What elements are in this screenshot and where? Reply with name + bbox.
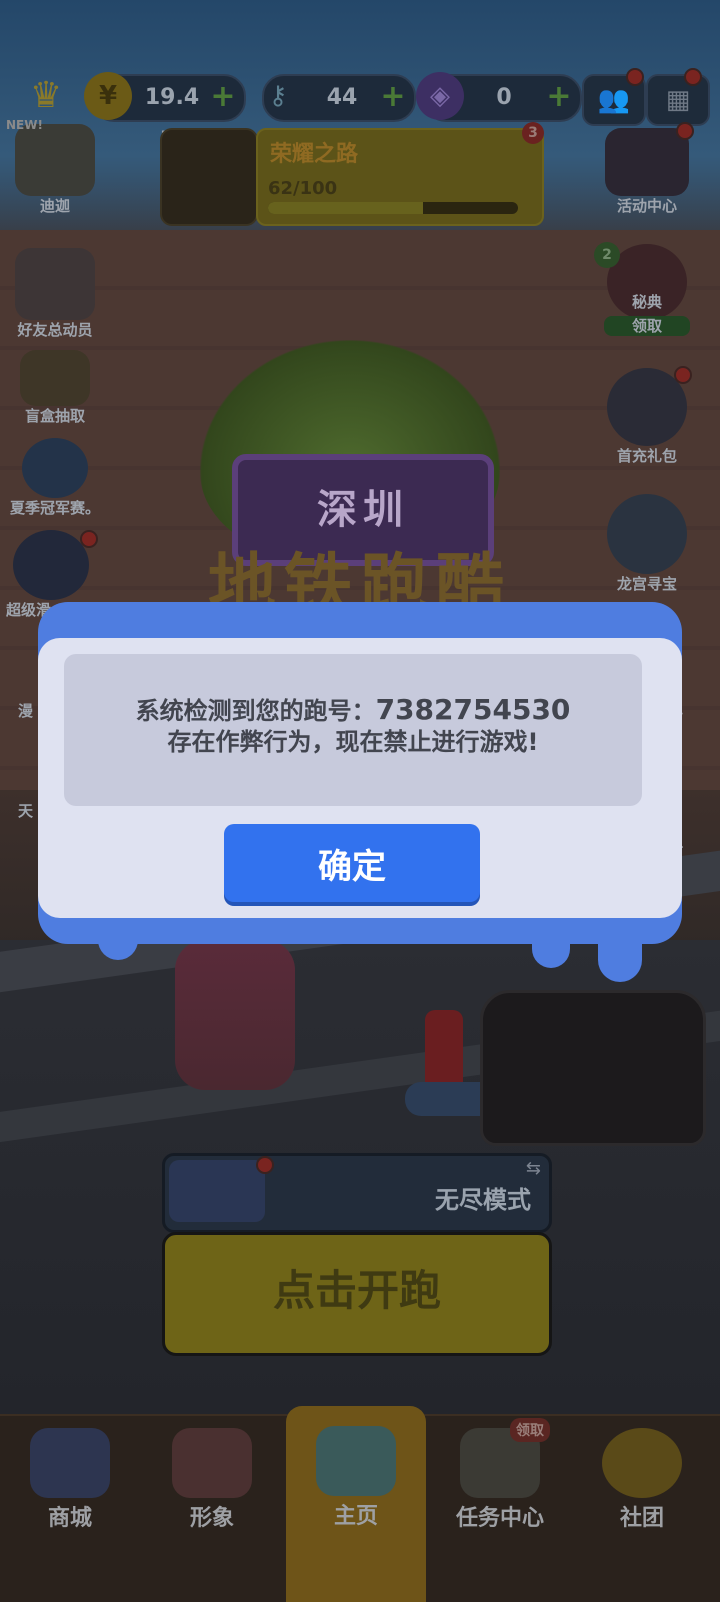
nav-label: 任务中心 [455,1506,544,1531]
left-menu-item-summer-cup[interactable]: 夏季冠军赛。 [0,438,110,518]
right-menu-item-dragon-palace[interactable]: 龙宫寻宝 [592,494,702,594]
dialog-body: 系统检测到您的跑号：7382754530 存在作弊行为，现在禁止进行游戏! 确定 [38,638,682,918]
new-badge: NEW! [6,118,43,132]
dialog-message-prefix: 系统检测到您的跑号： [135,697,376,725]
treasure-thumbnail [160,128,258,226]
honor-road-info: 荣耀之路 62/100 [256,128,544,226]
mode-label: 无尽模式 [435,1186,531,1214]
nav-label: 社团 [619,1506,664,1531]
friends-icon: 👥 [597,85,631,115]
left-menu-item-blindbox[interactable]: 盲盒抽取 [0,350,110,426]
right-menu-item-events[interactable]: 活动中心 [592,128,702,216]
robot-mascot-icon [169,1160,265,1222]
left-menu-item-friends[interactable]: 好友总动员 [0,248,110,340]
right-menu-label: 秘典 [631,293,662,311]
blindbox-icon [20,350,90,406]
grid-icon: ▦ [665,85,691,115]
notification-dot [674,366,692,384]
nav-home[interactable]: 主页 [286,1406,426,1602]
left-menu-label-partial: 天 [18,802,34,820]
dialog-message-line1: 系统检测到您的跑号：7382754530 [64,694,642,727]
mode-selector[interactable]: ⇆ 无尽模式 [162,1153,552,1233]
honor-road-progress-fill [268,202,423,214]
bag-prop [480,990,706,1146]
left-menu-label: 好友总动员 [17,321,93,339]
bottom-navigation: 商城 形象 主页 任务中心 社团 [0,1406,720,1602]
left-menu-label: 迪迦 [39,197,70,215]
dialog-message-box: 系统检测到您的跑号：7382754530 存在作弊行为，现在禁止进行游戏! [64,654,642,806]
nav-label: 商城 [47,1506,92,1531]
add-gems-button[interactable]: + [546,82,572,112]
gem-icon: ◈ [416,72,464,120]
gems-value: 0 [496,85,512,110]
honor-road-progress-bar [268,202,518,214]
logo-title: 地铁跑酷 [207,547,512,610]
coin-icon: ¥ [84,72,132,120]
calendar-icon [605,128,689,196]
notification-dot [676,122,694,140]
notification-dot [80,530,98,548]
dialog-account-id: 7382754530 [375,693,571,726]
nav-avatar[interactable]: 形象 [142,1416,282,1602]
left-menu-label-partial: 漫 [18,702,34,720]
runner-character [175,940,295,1090]
super-event-icon [13,530,89,600]
left-menu-label: 盲盒抽取 [24,407,85,425]
keys-counter: ⚷ 44 + [262,74,416,122]
confirm-button[interactable]: 确定 [224,824,480,902]
tasks-claim-badge: 领取 [510,1418,550,1442]
notification-dot [626,68,644,86]
skateboard-map-icon [316,1426,396,1496]
notification-dot [684,68,702,86]
keys-value: 44 [326,85,358,110]
right-menu-label: 首充礼包 [616,447,677,465]
honor-road-badge: 3 [522,122,544,144]
nav-tasks[interactable]: 任务中心 [430,1416,570,1602]
add-keys-button[interactable]: + [380,82,406,112]
nav-label: 形象 [189,1506,234,1531]
swap-icon[interactable]: ⇆ [526,1158,541,1179]
coins-counter: ¥ 19.4万 + [84,72,246,154]
left-menu-label: 夏季冠军赛。 [9,499,100,517]
start-run-button[interactable]: 点击开跑 [162,1232,552,1356]
honor-road-title: 荣耀之路 [270,142,359,167]
shop-bag-icon [30,1428,110,1498]
friends-rally-icon [15,248,95,320]
right-menu-label: 龙宫寻宝 [616,575,677,593]
guide-badge: 2 [594,242,620,268]
character-avatar-icon [15,124,95,196]
start-run-label: 点击开跑 [272,1266,441,1315]
ban-dialog: 系统检测到您的跑号：7382754530 存在作弊行为，现在禁止进行游戏! 确定 [38,602,682,982]
claim-label[interactable]: 领取 [604,316,690,336]
gems-counter: ◈ 0 + [416,72,582,122]
honor-road-panel[interactable]: 荣耀之路 62/100 [160,128,544,226]
left-menu-item-diga[interactable]: 迪迦 [0,124,110,216]
sts-trophy-icon [22,438,88,498]
dragon-character-icon [607,494,687,574]
key-icon: ⚷ [268,81,288,111]
nav-label: 主页 [333,1504,378,1529]
right-menu-label: 活动中心 [616,197,677,215]
add-coins-button[interactable]: + [210,82,236,112]
dialog-drip-decoration [598,932,642,982]
nav-club[interactable]: 社团 [572,1416,712,1602]
avatar-cap-icon [172,1428,252,1498]
nav-shop[interactable]: 商城 [0,1416,140,1602]
dialog-message-line2: 存在作弊行为，现在禁止进行游戏! [167,728,539,756]
coins-value: 19.4万 [144,85,200,154]
club-emblem-icon [602,1428,682,1498]
notification-dot [256,1156,274,1174]
honor-road-progress-text: 62/100 [268,178,338,199]
crown-icon[interactable]: ♛ [20,74,72,118]
